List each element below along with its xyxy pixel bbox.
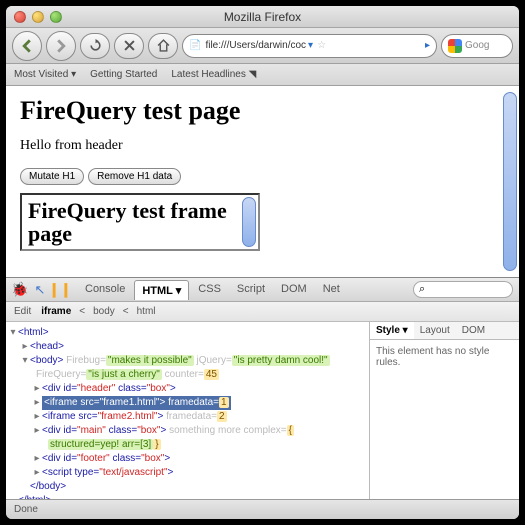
reload-button[interactable] <box>80 33 110 59</box>
iframe-scrollbar[interactable] <box>242 197 256 247</box>
tab-net[interactable]: Net <box>316 280 347 300</box>
rss-icon: ◥ <box>249 69 257 80</box>
html-tree[interactable]: ▾<html> ▸<head> ▾<body> Firebug="makes i… <box>6 322 369 499</box>
tab-css[interactable]: CSS <box>191 280 228 300</box>
page-icon: 📄 <box>189 40 201 51</box>
dropdown-icon[interactable]: ▾ <box>308 40 313 51</box>
search-placeholder: Goog <box>465 40 489 51</box>
pause-icon[interactable]: ❙❙ <box>52 282 68 298</box>
edit-button[interactable]: Edit <box>14 306 31 317</box>
address-bar[interactable]: 📄 file:///Users/darwin/coc ▾ ☆ ▸ <box>182 34 437 58</box>
page-paragraph: Hello from header <box>20 138 505 154</box>
stop-button[interactable] <box>114 33 144 59</box>
tab-console[interactable]: Console <box>78 280 132 300</box>
mutate-h1-button[interactable]: Mutate H1 <box>20 168 84 185</box>
crumb-iframe[interactable]: iframe <box>39 306 73 317</box>
iframe-h1: FireQuery test frame page <box>28 199 252 245</box>
crumb-sep: < <box>77 306 87 317</box>
most-visited-link[interactable]: Most Visited ▾ <box>14 69 76 80</box>
firebug-tabs: Console HTML ▾ CSS Script DOM Net <box>78 280 347 300</box>
inspect-icon[interactable]: ↖ <box>32 282 48 298</box>
firebug-subtoolbar: Edit iframe < body < html <box>6 302 519 322</box>
firebug-toolbar: 🐞 ↖ ❙❙ Console HTML ▾ CSS Script DOM Net… <box>6 278 519 302</box>
crumb-html[interactable]: html <box>135 306 158 317</box>
remove-h1-data-button[interactable]: Remove H1 data <box>88 168 181 185</box>
firebug-side-panel: Style ▾ Layout DOM This element has no s… <box>369 322 519 499</box>
button-row: Mutate H1 Remove H1 data <box>20 168 505 185</box>
side-tabs: Style ▾ Layout DOM <box>370 322 519 340</box>
tab-script[interactable]: Script <box>230 280 272 300</box>
titlebar: Mozilla Firefox <box>6 6 519 28</box>
iframe-preview: FireQuery test frame page <box>20 193 260 251</box>
search-icon: ⌕ <box>419 283 425 296</box>
latest-headlines-link[interactable]: Latest Headlines ◥ <box>171 69 256 80</box>
tab-dom[interactable]: DOM <box>274 280 314 300</box>
firebug-panel: 🐞 ↖ ❙❙ Console HTML ▾ CSS Script DOM Net… <box>6 277 519 499</box>
side-tab-layout[interactable]: Layout <box>414 322 456 339</box>
google-icon <box>448 39 462 53</box>
search-box[interactable]: Goog <box>441 34 513 58</box>
page-h1: FireQuery test page <box>20 96 505 126</box>
firebug-body: ▾<html> ▸<head> ▾<body> Firebug="makes i… <box>6 322 519 499</box>
side-tab-style[interactable]: Style ▾ <box>370 322 414 339</box>
window-title: Mozilla Firefox <box>6 10 519 24</box>
page-scrollbar[interactable] <box>503 92 517 271</box>
side-panel-body: This element has no style rules. <box>370 340 519 499</box>
back-button[interactable] <box>12 31 42 61</box>
status-bar: Done <box>6 499 519 519</box>
firebug-icon[interactable]: 🐞 <box>12 282 28 298</box>
go-icon[interactable]: ▸ <box>425 40 430 51</box>
crumb-sep: < <box>121 306 131 317</box>
firefox-window: Mozilla Firefox 📄 file:///Users/darwin/c… <box>6 6 519 519</box>
page-content: FireQuery test page Hello from header Mu… <box>6 86 519 277</box>
side-tab-dom[interactable]: DOM <box>456 322 491 339</box>
status-text: Done <box>14 504 38 515</box>
getting-started-link[interactable]: Getting Started <box>90 69 157 80</box>
bookmark-star-icon[interactable]: ☆ <box>317 40 326 51</box>
tab-html[interactable]: HTML ▾ <box>134 280 189 300</box>
crumb-body[interactable]: body <box>91 306 117 317</box>
forward-button[interactable] <box>46 31 76 61</box>
url-text: file:///Users/darwin/coc <box>205 40 306 51</box>
breadcrumb: iframe < body < html <box>39 306 157 317</box>
home-button[interactable] <box>148 33 178 59</box>
nav-toolbar: 📄 file:///Users/darwin/coc ▾ ☆ ▸ Goog <box>6 28 519 64</box>
firebug-search[interactable]: ⌕ <box>413 281 513 298</box>
bookmarks-toolbar: Most Visited ▾ Getting Started Latest He… <box>6 64 519 86</box>
